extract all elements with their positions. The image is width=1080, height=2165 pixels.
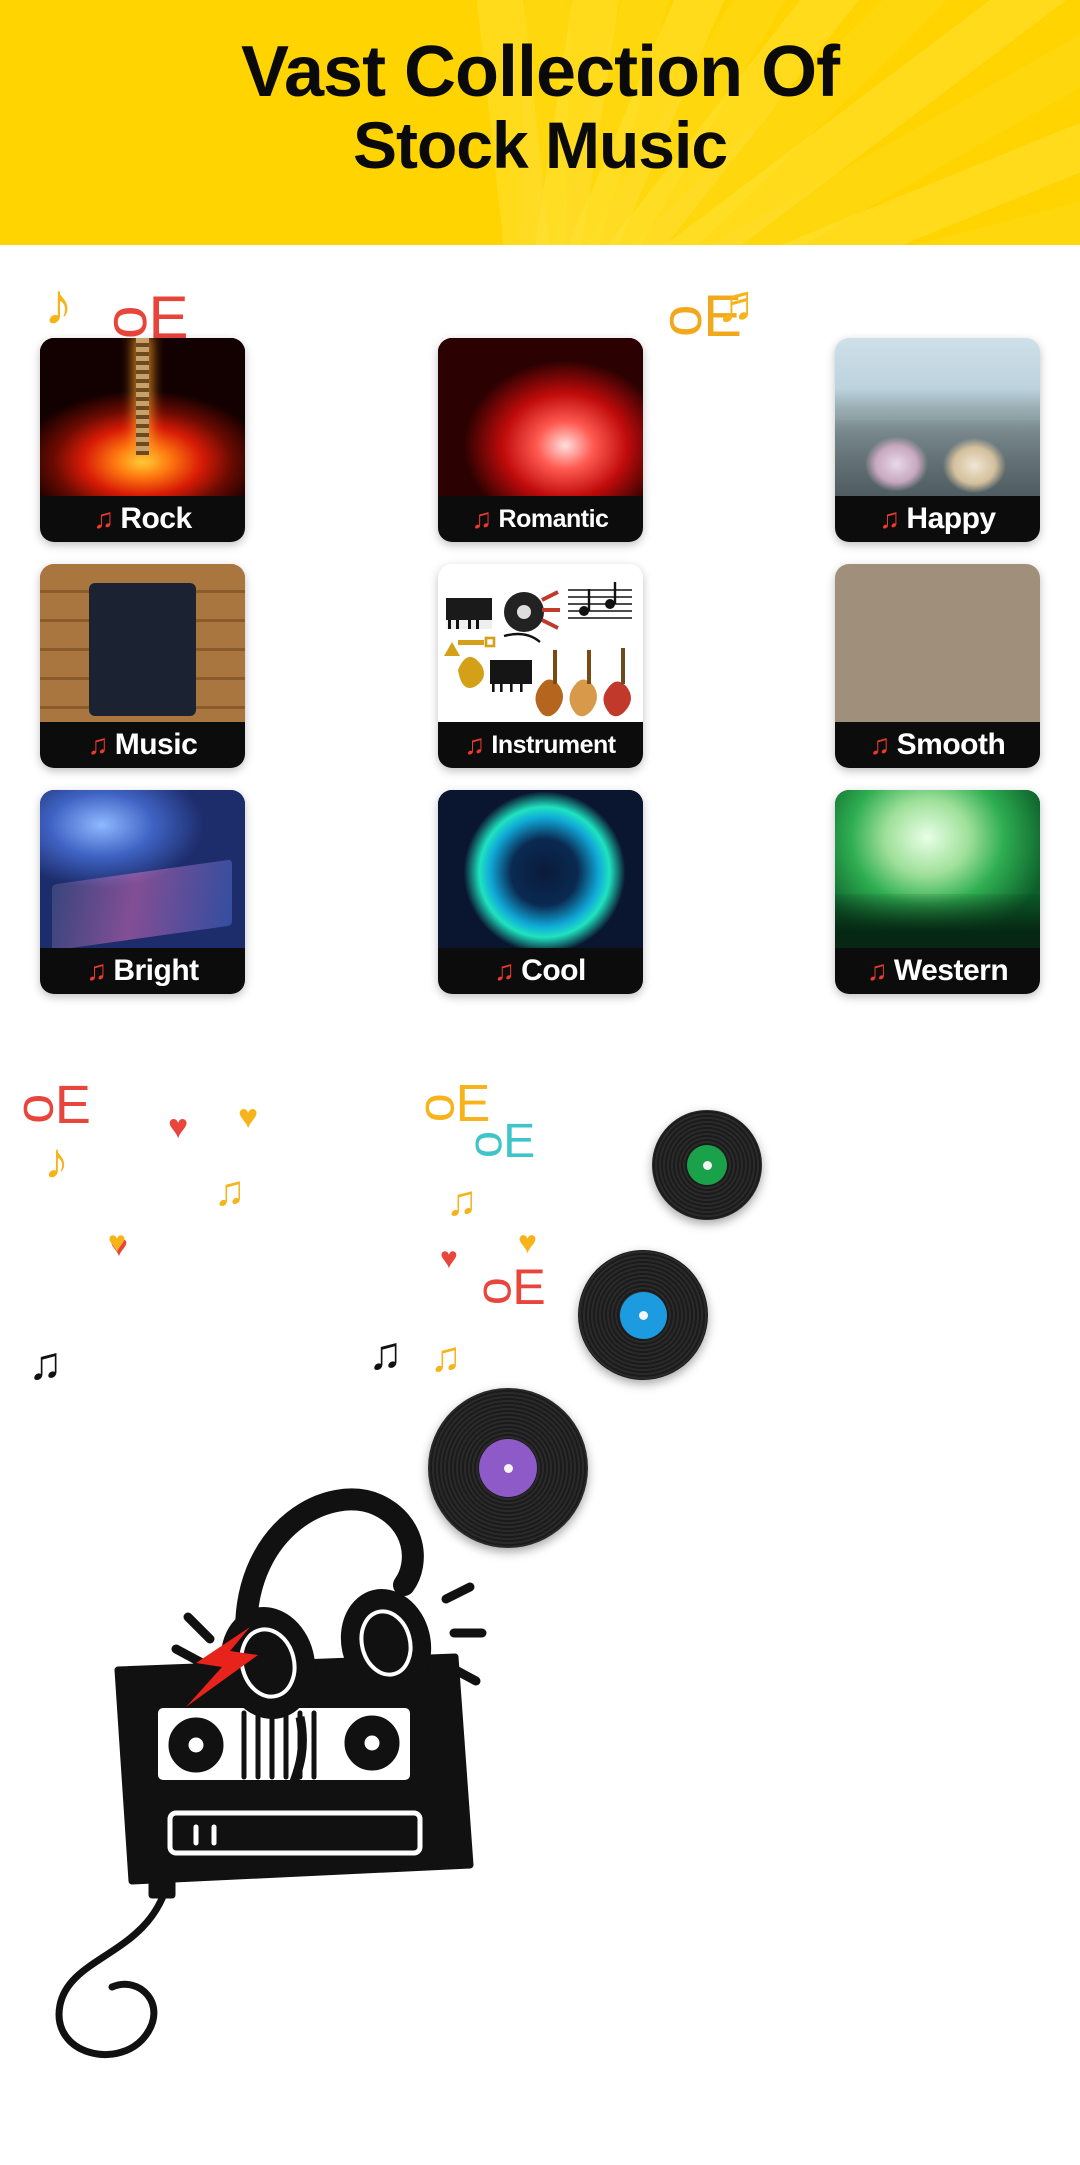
category-row: ♫ Music ♫ Instrument ♫ Smooth	[40, 564, 1040, 768]
music-note-icon: ♫	[879, 503, 901, 534]
card-label-band: ♫ Happy	[835, 496, 1040, 542]
illustration-note-icon: ♫	[430, 1333, 462, 1380]
illustration-note-icon: ᴑE	[482, 1259, 546, 1315]
illustration-note-icon: ♥	[440, 1242, 458, 1275]
card-thumbnail	[835, 338, 1040, 496]
category-card-rock[interactable]: ♫ Rock	[40, 338, 245, 542]
card-thumbnail	[40, 564, 245, 722]
card-thumbnail	[40, 790, 245, 948]
card-label-band: ♫ Instrument	[437, 722, 643, 768]
card-label-band: ♫ Music	[40, 722, 245, 768]
illustration-note-icon: ♥	[238, 1098, 259, 1136]
vinyl-blue	[578, 1250, 708, 1380]
svg-text:A: A	[166, 1782, 180, 1804]
vinyl-spindle-hole	[702, 1160, 712, 1170]
card-label-text: Happy	[906, 502, 996, 535]
music-note-icon: ♫	[869, 729, 891, 760]
card-thumbnail	[437, 338, 643, 496]
illustration-note-icon: ♫	[446, 1177, 478, 1224]
card-label-text: Romantic	[498, 504, 609, 533]
category-grid: ♫ Rock ♫ Romantic ♫ Happy ♫ Music ♫ Instrument ♫ Sm…	[40, 338, 1040, 1016]
card-label-text: Smooth	[896, 728, 1006, 761]
card-thumbnail	[40, 338, 245, 496]
music-note-icon: ♫	[87, 729, 109, 760]
card-label-text: Music	[114, 728, 198, 761]
bottom-illustration: A ᴑE ♥ ♥ ♫ ♪ ♥ ♥ ᴑE ᴑE ♫ ♥ ♥ ᴑE ♫ ♫ ♫	[0, 1078, 1080, 2160]
decor-music-note-icon: ♪	[44, 272, 73, 337]
music-note-icon: ♫	[464, 729, 486, 760]
illustration-note-icon: ᴑE	[22, 1075, 91, 1135]
category-card-romantic[interactable]: ♫ Romantic	[437, 338, 643, 542]
card-label-text: Rock	[120, 502, 192, 535]
card-thumbnail	[835, 790, 1040, 948]
vinyl-green	[652, 1110, 762, 1220]
vinyl-center-label	[479, 1439, 537, 1497]
card-label-text: Cool	[521, 954, 586, 987]
category-card-smooth[interactable]: ♫ Smooth	[835, 564, 1040, 768]
card-label-band: ♫ Romantic	[437, 496, 643, 542]
header-title-group: Vast Collection Of Stock Music	[0, 0, 1080, 245]
card-label-text: Instrument	[491, 730, 616, 759]
category-card-bright[interactable]: ♫ Bright	[40, 790, 245, 994]
vinyl-purple	[428, 1388, 588, 1548]
illustration-note-icon: ♥	[108, 1226, 126, 1259]
vinyl-center-label	[687, 1145, 727, 1185]
music-note-icon: ♫	[86, 955, 108, 986]
card-label-band: ♫ Cool	[437, 948, 643, 994]
category-card-western[interactable]: ♫ Western	[835, 790, 1040, 994]
card-label-band: ♫ Smooth	[835, 722, 1040, 768]
card-label-band: ♫ Rock	[40, 496, 245, 542]
illustration-note-icon: ♫	[214, 1167, 246, 1214]
vinyl-center-label	[619, 1291, 667, 1339]
music-note-icon: ♫	[494, 955, 516, 986]
card-label-band: ♫ Western	[835, 948, 1040, 994]
card-thumbnail	[835, 564, 1040, 722]
category-card-music[interactable]: ♫ Music	[40, 564, 245, 768]
page-title-line1: Vast Collection Of	[240, 31, 840, 112]
card-label-text: Bright	[113, 954, 199, 987]
header-banner: Vast Collection Of Stock Music	[0, 0, 1080, 245]
illustration-note-icon: ♪	[44, 1133, 69, 1189]
category-card-cool[interactable]: ♫ Cool	[437, 790, 643, 994]
category-row: ♫ Rock ♫ Romantic ♫ Happy	[40, 338, 1040, 542]
music-note-icon: ♫	[866, 955, 888, 986]
card-label-text: Western	[893, 954, 1009, 987]
illustration-note-icon: ♫	[28, 1337, 63, 1389]
illustration-note-icon: ♥	[518, 1224, 537, 1260]
category-card-instrument[interactable]: ♫ Instrument	[437, 564, 643, 768]
card-label-band: ♫ Bright	[40, 948, 245, 994]
decor-music-note-icon: ♬	[716, 275, 768, 333]
category-row: ♫ Bright ♫ Cool ♫ Western	[40, 790, 1040, 994]
music-note-icon: ♫	[471, 503, 493, 534]
category-card-happy[interactable]: ♫ Happy	[835, 338, 1040, 542]
card-thumbnail	[437, 790, 643, 948]
illustration-note-icon: ♥	[168, 1108, 189, 1146]
page-title-line2: Stock Music	[352, 108, 728, 183]
card-thumbnail	[437, 564, 643, 722]
instrument-collage-icon	[437, 564, 643, 722]
vinyl-spindle-hole	[638, 1310, 648, 1320]
vinyl-spindle-hole	[503, 1463, 513, 1473]
music-note-icon: ♫	[93, 503, 115, 534]
illustration-note-icon: ᴑE	[474, 1115, 536, 1168]
illustration-note-icon: ♫	[368, 1327, 403, 1379]
